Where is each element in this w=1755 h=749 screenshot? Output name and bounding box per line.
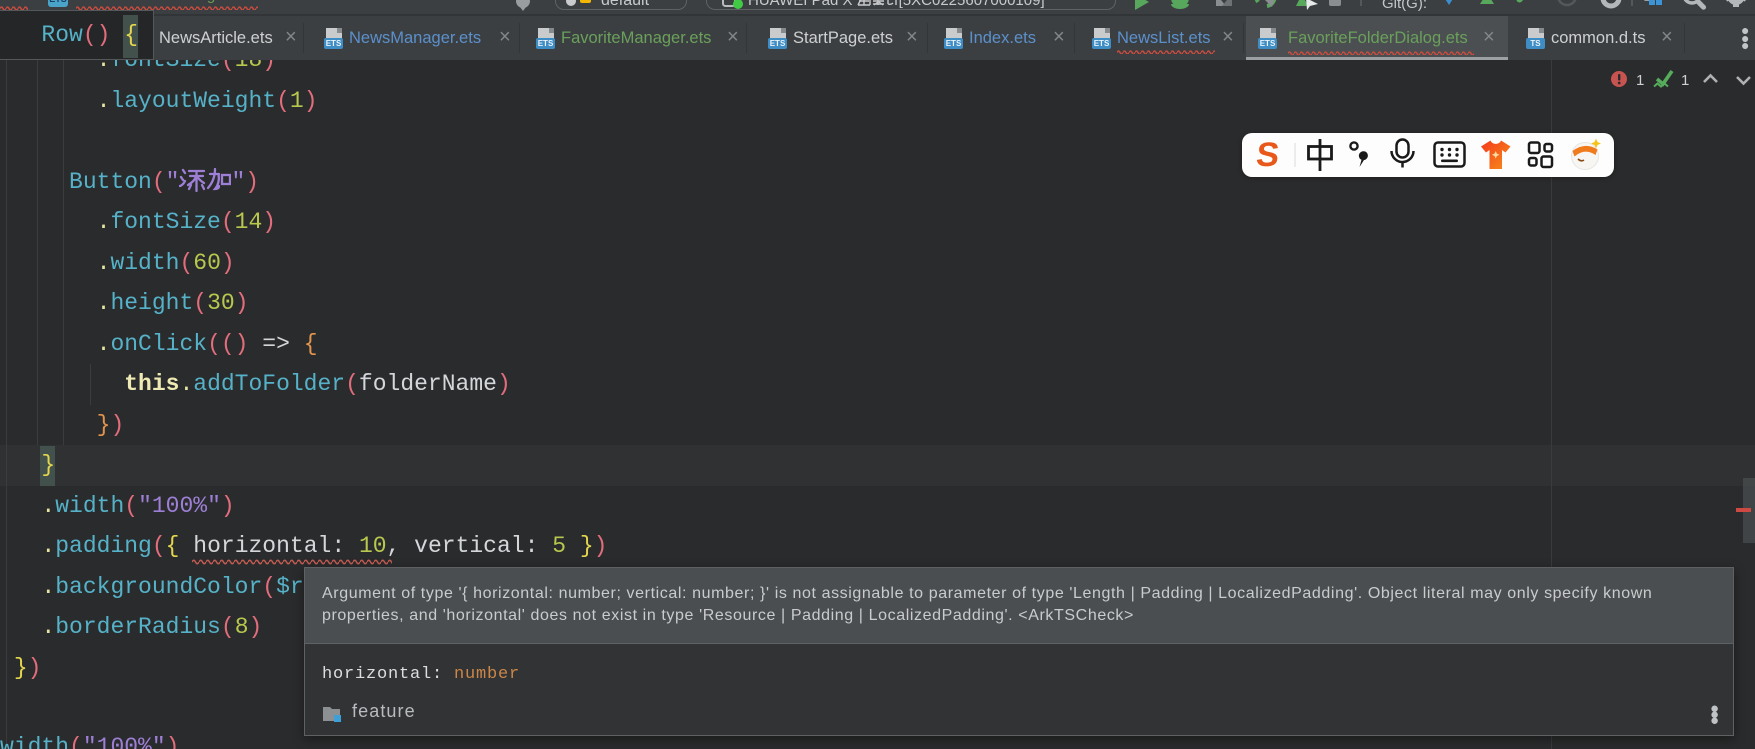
svg-text:1: 1 (1681, 72, 1689, 89)
svg-text:Git(G):: Git(G): (1382, 0, 1427, 12)
svg-text:1: 1 (1636, 72, 1644, 89)
svg-text:S: S (1254, 136, 1281, 174)
